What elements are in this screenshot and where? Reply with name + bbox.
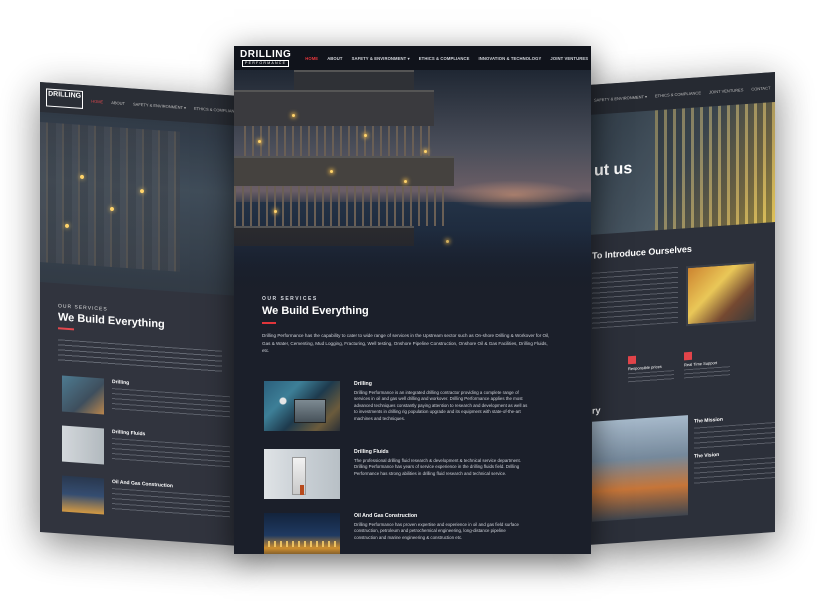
- rig-light: [80, 174, 84, 180]
- right-mock-nav-contact: CONTACT: [751, 84, 771, 92]
- rig-light: [65, 223, 69, 229]
- right-mock-nav-ethics: ETHICS & COMPLIANCE: [654, 89, 701, 98]
- service-description: Drilling Performance has proven expertis…: [354, 521, 519, 540]
- right-mock-feature: Real Time Support: [684, 349, 730, 380]
- main-menu: HOME ABOUT SAFETY & ENVIRONMENT ▾ ETHICS…: [305, 56, 591, 61]
- nav-safety-environment[interactable]: SAFETY & ENVIRONMENT ▾: [352, 56, 410, 61]
- rig-light: [424, 150, 427, 153]
- nav-home[interactable]: HOME: [305, 56, 318, 61]
- logo-tagline: PERFORMANCE: [242, 59, 290, 67]
- left-mock-service-image: [62, 425, 104, 465]
- nav-ethics-compliance[interactable]: ETHICS & COMPLIANCE: [419, 56, 470, 61]
- nav-joint-ventures[interactable]: JOINT VENTURES: [550, 56, 588, 61]
- logo-wordmark: DRILLING: [240, 48, 292, 60]
- rig-deck: [294, 70, 414, 90]
- right-mock-nav-joint: JOINT VENTURES: [709, 86, 744, 95]
- rig-light: [364, 134, 367, 137]
- rig-deck: [234, 156, 454, 186]
- left-mock-hero: [40, 112, 240, 296]
- right-mock-mission-row: The Mission The Vision: [590, 409, 775, 522]
- rig-light: [140, 188, 144, 194]
- right-page-mockup: SAFETY & ENVIRONMENT ▾ ETHICS & COMPLIAN…: [590, 72, 775, 545]
- service-title: Oil And Gas Construction: [354, 512, 418, 519]
- left-mock-nav-about: ABOUT: [111, 99, 125, 106]
- nav-about[interactable]: ABOUT: [327, 56, 342, 61]
- right-mock-mission-lines: [694, 422, 775, 450]
- right-mock-hero-title: ut us: [594, 159, 633, 180]
- oil-gas-construction-image: [264, 512, 340, 554]
- service-description: The professional drilling fluid research…: [354, 457, 521, 476]
- rig-light: [330, 170, 333, 173]
- hero-fade: [234, 230, 591, 290]
- right-mock-intro-lines: [592, 266, 678, 329]
- rig-truss: [234, 186, 444, 226]
- left-mock-nav-home: HOME: [91, 98, 104, 104]
- rig-deck: [234, 90, 434, 126]
- service-item-oil-gas-construction: Oil And Gas Construction Drilling Perfor…: [264, 512, 591, 554]
- right-mock-features: Responsible prices Real Time Support: [628, 346, 775, 384]
- title-accent-bar: [262, 322, 276, 324]
- right-mock-intro-row: [590, 260, 775, 333]
- left-mock-service-image: [62, 475, 104, 515]
- nav-innovation-technology[interactable]: INNOVATION & TECHNOLOGY: [479, 56, 542, 61]
- service-item-drilling: Drilling Drilling Performance is an inte…: [264, 380, 591, 431]
- rig-light: [274, 210, 277, 213]
- left-mock-intro-lines: [58, 339, 222, 373]
- right-mock-intro-title: To Introduce Ourselves: [592, 243, 692, 261]
- left-mock-logo: DRILLING: [46, 88, 84, 110]
- rig-light: [258, 140, 261, 143]
- service-title: Drilling: [354, 380, 372, 387]
- brand-logo[interactable]: DRILLING PERFORMANCE: [240, 49, 291, 67]
- rig-light: [404, 180, 407, 183]
- left-mock-service: Drilling: [62, 375, 240, 424]
- right-mock-vision-lines: [694, 457, 775, 485]
- service-title: Drilling Fluids: [354, 448, 389, 455]
- drilling-image: [264, 380, 340, 431]
- left-mock-accent-bar: [58, 327, 74, 331]
- feature-icon: [684, 351, 692, 361]
- left-mock-service: Oil And Gas Construction: [62, 475, 240, 524]
- hero-image-offshore-rig: [234, 70, 591, 290]
- right-mock-feature-lines: [684, 366, 730, 380]
- feature-icon: [628, 355, 636, 365]
- left-mock-nav-safety: SAFETY & ENVIRONMENT ▾: [133, 101, 186, 110]
- left-mock-rig: [40, 122, 180, 272]
- rig-truss: [244, 126, 434, 156]
- left-mock-service-image: [62, 375, 104, 415]
- services-intro: Drilling Performance has the capability …: [262, 333, 550, 353]
- left-page-mockup: DRILLING HOME ABOUT SAFETY & ENVIRONMENT…: [40, 82, 240, 546]
- main-page-mockup: DRILLING PERFORMANCE HOME ABOUT SAFETY &…: [234, 46, 591, 554]
- services-subtitle: OUR SERVICES: [262, 296, 318, 302]
- services-title: We Build Everything: [262, 305, 369, 317]
- rig-light: [110, 206, 114, 212]
- right-mock-feature-lines: [628, 370, 674, 384]
- right-mock-intro-image: [686, 261, 756, 327]
- service-description: Drilling Performance is an integrated dr…: [354, 389, 528, 421]
- rig-light: [292, 114, 295, 117]
- top-navigation: DRILLING PERFORMANCE HOME ABOUT SAFETY &…: [234, 46, 591, 70]
- service-item-drilling-fluids: Drilling Fluids The professional drillin…: [264, 448, 591, 499]
- right-mock-hero: ut us: [590, 102, 775, 235]
- drilling-fluids-image: [264, 448, 340, 499]
- left-mock-service: Drilling Fluids: [62, 425, 240, 474]
- right-mock-rig-image: [592, 415, 688, 522]
- right-mock-feature: Responsible prices: [628, 353, 674, 384]
- left-mock-service-lines: [112, 388, 230, 421]
- left-mock-service-lines: [112, 488, 230, 521]
- right-mock-nav-safety: SAFETY & ENVIRONMENT ▾: [594, 93, 647, 103]
- left-mock-service-lines: [112, 438, 230, 471]
- hero-sunset-glow: [444, 180, 584, 210]
- right-mock-warehouse-image: [655, 102, 775, 231]
